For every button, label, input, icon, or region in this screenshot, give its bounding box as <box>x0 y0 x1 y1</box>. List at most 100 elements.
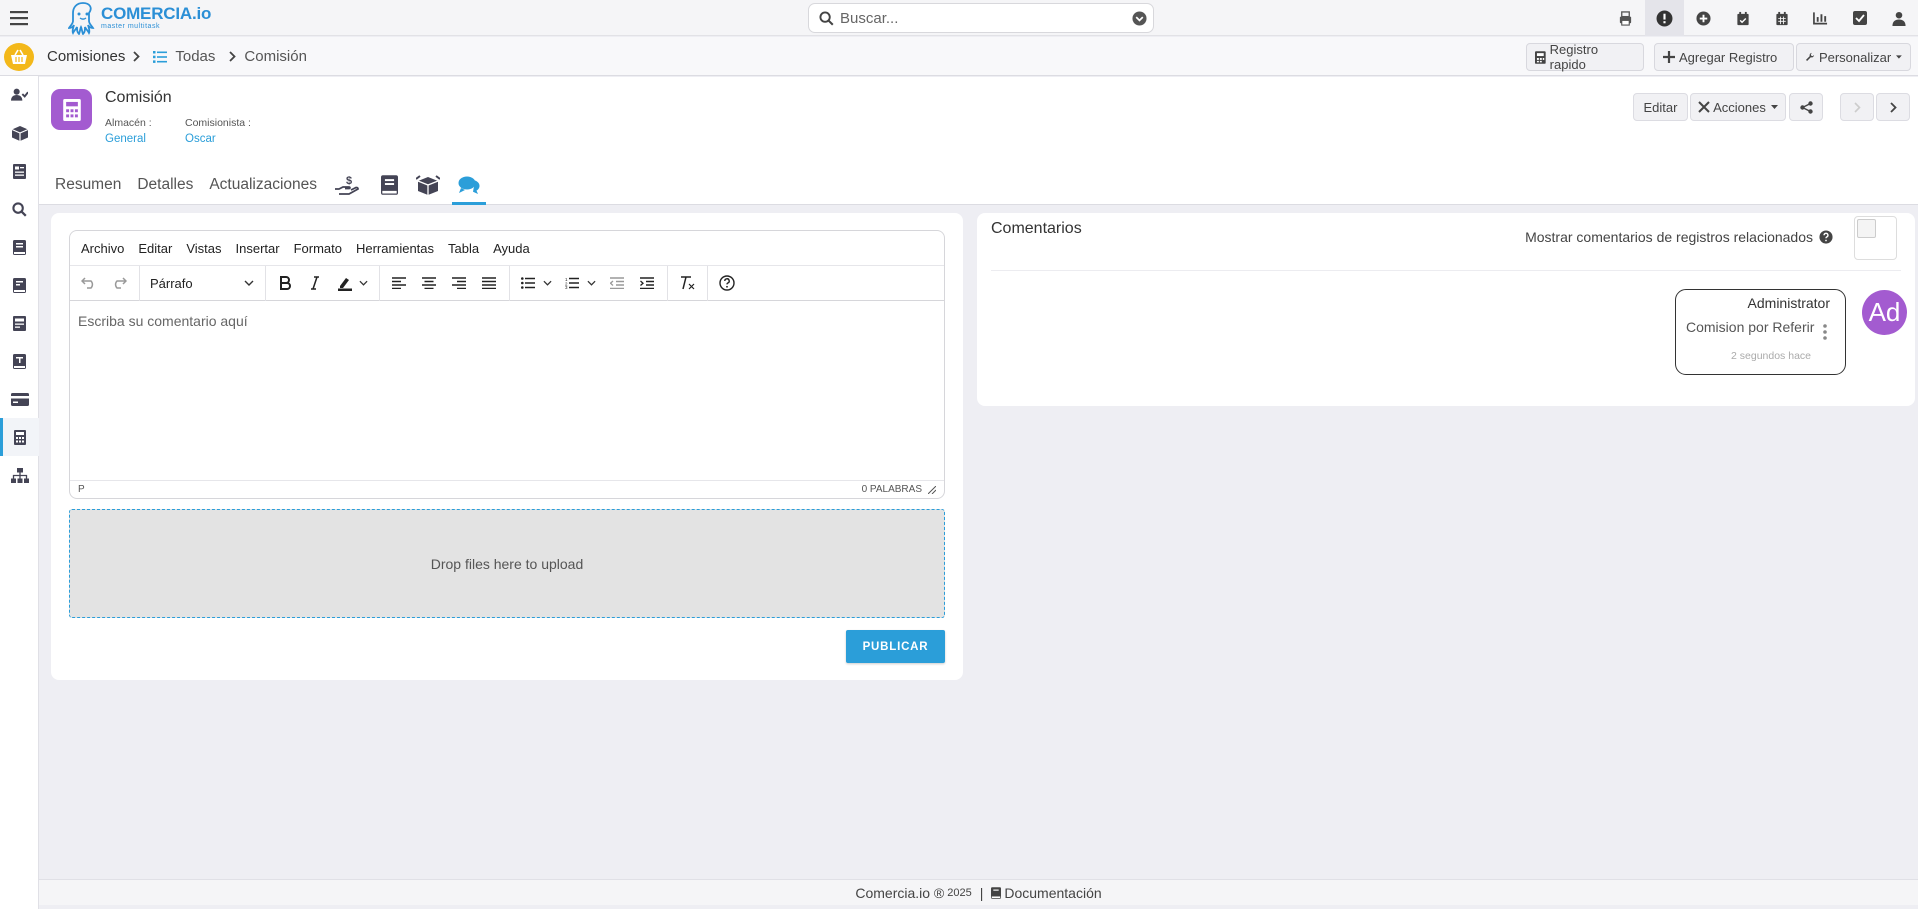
user-icon[interactable] <box>1879 0 1918 36</box>
actions-button[interactable]: Acciones <box>1690 93 1786 121</box>
block-format-value: Párrafo <box>150 275 193 291</box>
comment-author: Administrator <box>1747 295 1830 311</box>
outdent-icon[interactable] <box>602 269 632 297</box>
help-icon[interactable] <box>712 269 742 297</box>
add-record-button[interactable]: Agregar Registro <box>1654 43 1794 71</box>
quick-record-button[interactable]: Registro rapido <box>1526 42 1644 72</box>
show-related-label: Mostrar comentarios de registros relacio… <box>1525 229 1833 245</box>
chart-icon[interactable] <box>1801 0 1840 36</box>
help-icon[interactable] <box>1819 230 1833 244</box>
boxes-icon <box>416 175 441 195</box>
editor-toolbar: Párrafo 123 <box>70 265 944 301</box>
footer: Comercia.io ® 2025 | Documentación <box>39 879 1918 905</box>
footer-brand: Comercia.io ® <box>855 884 945 901</box>
caret-down-icon <box>1770 105 1778 109</box>
brand-logo[interactable]: COMERCIA.io master multitask <box>68 1 211 35</box>
previous-record-button[interactable] <box>1840 93 1874 121</box>
record-tabs: Resumen Detalles Actualizaciones $ <box>55 165 487 205</box>
tab-boxes[interactable] <box>408 165 448 205</box>
breadcrumb-module[interactable]: Comisiones <box>47 48 125 65</box>
undo-icon[interactable] <box>74 269 104 297</box>
highlight-color-icon[interactable] <box>329 269 375 297</box>
menu-table[interactable]: Tabla <box>441 241 486 256</box>
octopus-logo-icon <box>68 2 95 35</box>
search-dropdown-icon[interactable] <box>1132 11 1147 26</box>
more-options-icon[interactable] <box>1823 324 1827 340</box>
brand-name: COMERCIA.io <box>101 4 212 23</box>
hamburger-menu-icon[interactable] <box>6 6 32 30</box>
tab-details[interactable]: Detalles <box>129 165 201 205</box>
footer-separator: | <box>979 884 984 901</box>
menu-help[interactable]: Ayuda <box>486 241 537 256</box>
calendar-check-icon[interactable] <box>1723 0 1762 36</box>
boxes-icon[interactable] <box>0 114 39 152</box>
share-button[interactable] <box>1789 93 1823 121</box>
block-format-select[interactable]: Párrafo <box>140 265 266 301</box>
next-record-button[interactable] <box>1876 93 1910 121</box>
clear-formatting-icon[interactable] <box>672 269 702 297</box>
quick-record-label: Registro rapido <box>1549 42 1599 72</box>
book-icon[interactable] <box>0 342 39 380</box>
search-doc-icon[interactable] <box>0 190 39 228</box>
sitemap-icon[interactable] <box>0 456 39 494</box>
indent-icon[interactable] <box>632 269 662 297</box>
credit-card-icon[interactable] <box>0 380 39 418</box>
file-dropzone[interactable]: Drop files here to upload <box>69 509 945 618</box>
show-related-toggle[interactable] <box>1854 216 1897 260</box>
book-icon <box>381 175 399 195</box>
resize-handle-icon[interactable] <box>928 485 936 494</box>
alert-icon[interactable] <box>1645 0 1684 36</box>
tab-summary[interactable]: Resumen <box>55 165 129 205</box>
bullet-list-icon[interactable] <box>514 269 558 297</box>
bold-icon[interactable] <box>270 269 300 297</box>
printer-icon[interactable] <box>1605 0 1645 36</box>
tab-comments[interactable] <box>452 165 487 205</box>
calendar-icon[interactable] <box>1762 0 1801 36</box>
book-icon[interactable] <box>0 266 39 304</box>
users-icon[interactable] <box>0 76 39 114</box>
element-path[interactable]: P <box>78 484 85 495</box>
plus-circle-icon[interactable] <box>1684 0 1723 36</box>
dropzone-label: Drop files here to upload <box>430 555 584 572</box>
comment-placeholder: Escriba su comentario aquí <box>78 313 248 329</box>
documentation-label: Documentación <box>1004 884 1102 901</box>
chevron-down-icon <box>586 280 596 286</box>
numbered-list-icon[interactable]: 123 <box>558 269 602 297</box>
tab-payments[interactable]: $ <box>325 165 371 205</box>
word-count[interactable]: 0 PALABRAS <box>862 484 922 495</box>
breadcrumb-current: Comisión <box>244 48 307 65</box>
documentation-link[interactable]: Documentación <box>991 884 1102 901</box>
menu-insert[interactable]: Insertar <box>229 241 287 256</box>
checkbox-icon[interactable] <box>1840 0 1879 36</box>
comment-time: 2 segundos hace <box>1731 350 1811 362</box>
comment-textarea[interactable]: Escriba su comentario aquí <box>70 301 944 483</box>
edit-button[interactable]: Editar <box>1633 93 1688 121</box>
toggle-knob <box>1857 219 1876 238</box>
menu-format[interactable]: Formato <box>287 241 349 256</box>
tab-updates[interactable]: Actualizaciones <box>201 165 325 205</box>
invoice-icon[interactable] <box>0 304 39 342</box>
search-input[interactable] <box>840 9 1110 27</box>
basket-icon[interactable] <box>4 43 34 71</box>
italic-icon[interactable] <box>300 269 330 297</box>
calculator-icon[interactable] <box>0 418 39 456</box>
align-left-icon[interactable] <box>384 269 414 297</box>
customize-button[interactable]: Personalizar <box>1796 43 1911 71</box>
align-center-icon[interactable] <box>414 269 444 297</box>
rich-text-editor: Archivo Editar Vistas Insertar Formato H… <box>69 230 945 499</box>
menu-view[interactable]: Vistas <box>179 241 228 256</box>
book-icon[interactable] <box>0 228 39 266</box>
align-right-icon[interactable] <box>444 269 474 297</box>
invoice-icon[interactable] <box>0 152 39 190</box>
publish-button[interactable]: PUBLICAR <box>846 630 945 663</box>
menu-file[interactable]: Archivo <box>74 241 131 256</box>
divider <box>991 270 1901 271</box>
breadcrumb-list[interactable]: Todas <box>175 48 215 65</box>
tab-book[interactable] <box>371 165 408 205</box>
menu-tools[interactable]: Herramientas <box>349 241 441 256</box>
field-value-warehouse[interactable]: General <box>105 133 146 145</box>
field-value-commissioner[interactable]: Oscar <box>185 133 216 145</box>
menu-edit[interactable]: Editar <box>131 241 179 256</box>
redo-icon[interactable] <box>104 269 134 297</box>
align-justify-icon[interactable] <box>474 269 504 297</box>
